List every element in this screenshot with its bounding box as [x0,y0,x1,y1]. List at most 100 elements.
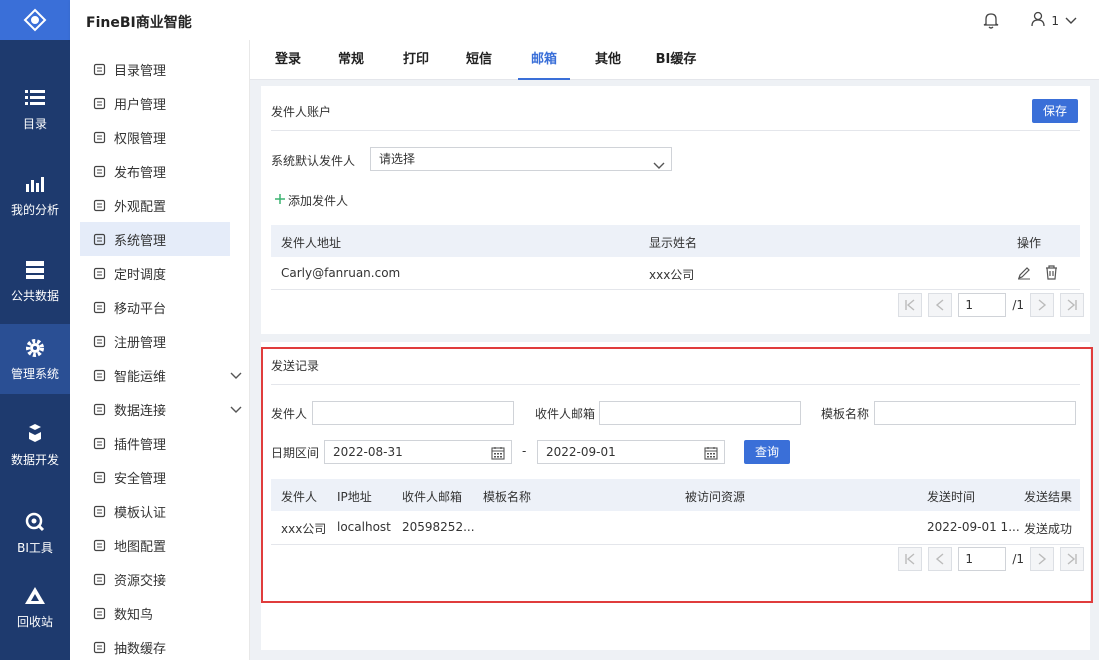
leftbar-item-recycle[interactable]: 回收站 [0,572,70,642]
leftbar-item-directory[interactable]: 目录 [0,74,70,144]
divider [271,130,1080,131]
sidebar-item-extract-cache[interactable]: 抽数缓存 [80,630,230,660]
sidebar-item-template-cert[interactable]: 模板认证 [80,494,230,528]
tab-print[interactable]: 打印 [395,40,437,80]
sidebar-item-registration[interactable]: 注册管理 [80,324,230,358]
user-menu[interactable]: 1 [1031,11,1077,30]
sidebar-item-directory[interactable]: 目录管理 [80,52,230,86]
top-bar: FineBI商业智能 1 [70,0,1099,40]
leftbar-item-my-analysis[interactable]: 我的分析 [0,160,70,230]
date-to-input[interactable]: 2022-09-01 [537,440,725,464]
last-page-button[interactable] [1060,293,1084,317]
edit-icon[interactable] [1017,266,1031,283]
list-icon [92,62,106,76]
sidebar-item-permissions[interactable]: 权限管理 [80,120,230,154]
sidebar-item-resource-handover[interactable]: 资源交接 [80,562,230,596]
sidebar-item-plugins[interactable]: 插件管理 [80,426,230,460]
date-range-label: 日期区间 [271,446,320,460]
sender-display-name: xxx公司 [649,268,695,282]
tab-bi-cache[interactable]: BI缓存 [648,40,704,80]
fine-logo-icon[interactable] [0,0,70,40]
sidebar-item-security[interactable]: 安全管理 [80,460,230,494]
tab-general[interactable]: 常规 [330,40,372,80]
recycle-icon [24,585,46,607]
chevron-down-icon [230,369,242,384]
sidebar-item-users[interactable]: 用户管理 [80,86,230,120]
leftbar-label: 我的分析 [10,202,59,217]
page-number-input[interactable]: 1 [958,293,1007,317]
query-button[interactable]: 查询 [744,440,790,464]
save-button[interactable]: 保存 [1032,99,1078,123]
calendar-icon [704,445,718,467]
handover-icon [92,572,106,586]
leftbar-item-data-dev[interactable]: 数据开发 [0,410,70,480]
user-name: 1 [1051,13,1059,28]
page-number-input[interactable]: 1 [958,547,1007,571]
tab-other[interactable]: 其他 [586,40,630,80]
plus-icon [274,193,286,208]
first-page-button[interactable] [898,293,923,317]
sidebar-item-schedule[interactable]: 定时调度 [80,256,230,290]
template-input[interactable] [874,401,1076,425]
sidebar-item-label: 权限管理 [114,131,167,147]
log-result: 发送成功 [1024,522,1073,536]
admin-sidebar: 目录管理用户管理权限管理发布管理外观配置系统管理定时调度 移动平台注册管理智能运维… [70,40,250,660]
column-header: 显示姓名 [649,236,698,250]
sidebar-item-publish[interactable]: 发布管理 [80,154,230,188]
leftbar-label: 回收站 [16,614,53,629]
puzzle-icon [92,436,106,450]
sidebar-item-ops[interactable]: 智能运维 [80,358,242,392]
sidebar-item-label: 资源交接 [114,573,167,589]
sender-account-panel: 发件人账户 保存 系统默认发件人 请选择 添加发件人 发件人地址 显示姓名 操作… [261,86,1090,334]
cache-icon [92,640,106,654]
sidebar-item-appearance[interactable]: 外观配置 [80,188,230,222]
calendar-icon [491,445,505,467]
next-page-button[interactable] [1030,547,1054,571]
add-sender-button[interactable]: 添加发件人 [274,192,348,209]
sidebar-item-system[interactable]: 系统管理 [80,222,230,256]
last-page-button[interactable] [1060,547,1084,571]
add-sender-label: 添加发件人 [288,194,349,208]
tab-sms[interactable]: 短信 [458,40,500,80]
sidebar-item-label: 数据连接 [114,403,167,419]
mobile-icon [92,300,106,314]
default-sender-select[interactable]: 请选择 [370,147,672,171]
leftbar-item-public-data[interactable]: 公共数据 [0,246,70,316]
page-total: /1 [1012,298,1024,312]
gear-icon [92,232,106,246]
recipient-input[interactable] [599,401,801,425]
leftbar-item-admin[interactable]: 管理系统 [0,324,70,394]
tab-email[interactable]: 邮箱 [518,40,570,80]
divider [271,384,1080,385]
log-section-title: 发送记录 [271,359,320,373]
tab-login[interactable]: 登录 [264,40,312,80]
leftbar-item-bi-tools[interactable]: BI工具 [0,498,70,568]
sidebar-item-label: 发布管理 [114,165,167,181]
delete-icon[interactable] [1045,265,1058,283]
sidebar-item-data-connection[interactable]: 数据连接 [80,392,242,426]
prev-page-button[interactable] [928,547,953,571]
sidebar-item-map-config[interactable]: 地图配置 [80,528,230,562]
sidebar-item-label: 注册管理 [114,335,167,351]
first-page-button[interactable] [898,547,923,571]
next-page-button[interactable] [1030,293,1054,317]
column-header: IP地址 [337,490,372,504]
wrench-icon [24,511,46,533]
log-recipient: 20598252... [402,520,475,534]
prev-page-button[interactable] [928,293,953,317]
main-content: 登录 常规 打印 短信 邮箱 其他 BI缓存 发件人账户 保存 系统默认发件人 请选择 添加… [250,40,1099,660]
sidebar-item-label: 系统管理 [114,233,167,249]
date-from-input[interactable]: 2022-08-31 [324,440,512,464]
sidebar-item-shuzhiniao[interactable]: 数知鸟 [80,596,230,630]
column-header: 发件人 [281,490,318,504]
register-icon [92,334,106,348]
log-sender-input[interactable] [312,401,514,425]
bell-icon[interactable] [983,11,999,29]
sidebar-item-mobile[interactable]: 移动平台 [80,290,230,324]
chevron-down-icon [230,403,242,418]
sidebar-item-label: 用户管理 [114,97,167,113]
leftbar-label: 公共数据 [10,288,59,303]
sidebar-item-label: 地图配置 [114,539,167,555]
cubes-icon [24,423,46,445]
settings-tabs: 登录 常规 打印 短信 邮箱 其他 BI缓存 [250,40,1099,80]
